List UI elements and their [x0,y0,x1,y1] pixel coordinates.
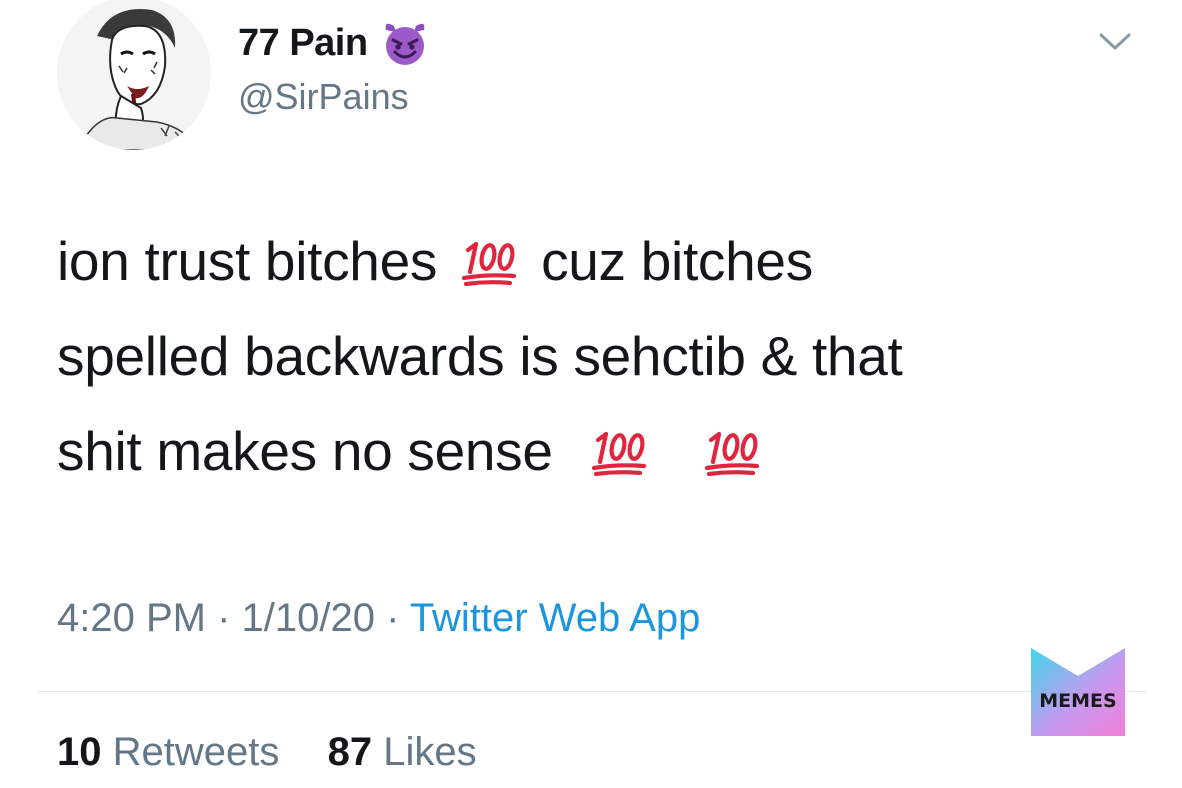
display-name[interactable]: 77 Pain [238,18,430,68]
tweet-line: ion trust bitches cuz bitches [57,214,1137,309]
tweet-text: ion trust bitches cuz bitches spelled ba… [57,214,1137,499]
retweets-count: 10 [57,730,102,774]
likes-label: Likes [383,730,477,774]
memes-watermark-logo: MEMES [1031,648,1125,736]
tweet-line-text: shit makes no sense [57,420,553,482]
hundred-points-icon [458,236,520,286]
tweet-line-text: cuz bitches [541,230,813,292]
retweets-label: Retweets [112,730,280,774]
meta-separator: · [205,596,242,640]
tweet-meta: 4:20 PM · 1/10/20 · Twitter Web App [57,596,700,641]
divider [38,691,1146,692]
tweet-source-link[interactable]: Twitter Web App [410,596,701,640]
tweet-stats: 10 Retweets 87 Likes [57,730,477,775]
avatar-sketch-icon [57,0,211,150]
tweet-line-text: ion trust bitches [57,230,438,292]
user-handle[interactable]: @SirPains [238,76,409,118]
likes-count: 87 [327,730,373,774]
tweet-time[interactable]: 4:20 PM [57,596,206,640]
memes-watermark-text: MEMES [1039,690,1117,712]
hundred-points-icon [701,426,763,476]
retweets-stat[interactable]: 10 Retweets [57,730,291,774]
likes-stat[interactable]: 87 Likes [317,730,477,774]
smiling-devil-icon [380,18,430,68]
hundred-points-icon [588,426,650,476]
tweet-line: shit makes no sense [57,404,1137,499]
avatar[interactable] [57,0,211,150]
chevron-down-icon[interactable] [1098,30,1132,54]
meta-separator: · [374,596,410,640]
tweet-line: spelled backwards is sehctib & that [57,325,903,387]
tweet-date[interactable]: 1/10/20 [242,596,375,640]
display-name-text: 77 Pain [238,21,368,64]
